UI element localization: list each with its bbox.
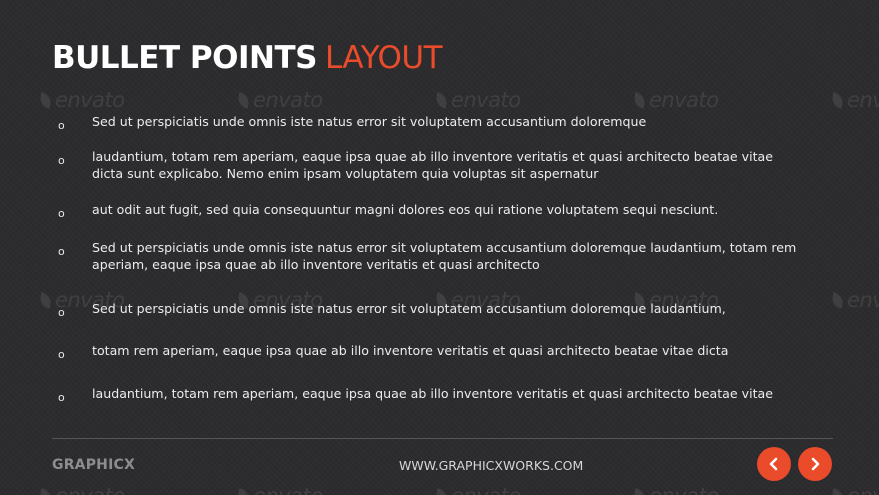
envato-watermark: envato [830,88,879,112]
website-link[interactable]: WWW.GRAPHICXWORKS.COM [399,458,583,473]
next-slide-button[interactable] [798,447,832,481]
bullet-marker: o [58,391,65,404]
bullet-item-1: o Sed ut perspiciatis unde omnis iste na… [58,113,798,135]
envato-watermark: envato [632,88,719,112]
chevron-right-icon [811,457,820,471]
bullet-item-5: o Sed ut perspiciatis unde omnis iste na… [58,300,798,322]
envato-watermark-text: envato [55,88,125,112]
bullet-marker: o [58,207,65,220]
envato-leaf-icon [38,488,53,495]
footer-divider [52,438,833,439]
envato-leaf-icon [38,92,53,109]
envato-watermark-text: envato [55,484,125,495]
envato-watermark-text: envato [451,88,521,112]
envato-watermark: envato [434,484,521,495]
bullet-item-6: o totam rem aperiam, eaque ipsa quae ab … [58,342,798,364]
envato-watermark-text: envato [253,484,323,495]
title-bold-part: BULLET POINTS [52,40,317,76]
bullet-text: laudantium, totam rem aperiam, eaque ips… [92,149,773,181]
envato-watermark-text: envato [253,88,323,112]
bullet-text: laudantium, totam rem aperiam, eaque ips… [92,386,773,401]
envato-leaf-icon [830,488,845,495]
slide-title: BULLET POINTS LAYOUT [52,40,443,76]
bullet-item-4: o Sed ut perspiciatis unde omnis iste na… [58,239,798,273]
envato-watermark-text: envato [847,288,879,312]
bullet-marker: o [58,245,65,258]
prev-slide-button[interactable] [757,447,791,481]
bullet-marker: o [58,306,65,319]
bullet-item-2: o laudantium, totam rem aperiam, eaque i… [58,148,798,182]
bullet-item-3: o aut odit aut fugit, sed quia consequun… [58,201,798,223]
envato-watermark: envato [38,484,125,495]
envato-watermark: envato [236,88,323,112]
envato-watermark: envato [830,288,879,312]
envato-watermark: envato [830,484,879,495]
envato-leaf-icon [632,92,647,109]
bullet-text: Sed ut perspiciatis unde omnis iste natu… [92,301,726,316]
envato-leaf-icon [434,92,449,109]
envato-watermark-text: envato [649,88,719,112]
envato-watermark: envato [236,484,323,495]
chevron-left-icon [769,457,778,471]
bullet-marker: o [58,154,65,167]
envato-leaf-icon [830,292,845,309]
envato-leaf-icon [830,92,845,109]
envato-watermark: envato [632,484,719,495]
bullet-text: totam rem aperiam, eaque ipsa quae ab il… [92,343,729,358]
envato-leaf-icon [236,488,251,495]
title-accent-part: LAYOUT [324,40,443,76]
envato-leaf-icon [38,292,53,309]
bullet-item-7: o laudantium, totam rem aperiam, eaque i… [58,385,798,407]
bullet-marker: o [58,348,65,361]
envato-watermark-text: envato [847,88,879,112]
envato-leaf-icon [236,92,251,109]
envato-watermark-text: envato [847,484,879,495]
envato-watermark-text: envato [649,484,719,495]
envato-watermark: envato [38,88,125,112]
bullet-marker: o [58,119,65,132]
envato-watermark: envato [434,88,521,112]
envato-leaf-icon [434,488,449,495]
brand-logo: GRAPHICX [52,457,135,473]
bullet-text: Sed ut perspiciatis unde omnis iste natu… [92,114,647,129]
bullet-text: aut odit aut fugit, sed quia consequuntu… [92,202,719,217]
envato-watermark-text: envato [451,484,521,495]
bullet-text: Sed ut perspiciatis unde omnis iste natu… [92,240,797,272]
envato-leaf-icon [632,488,647,495]
slide: envato envato envato envato envato envato enva… [0,0,879,495]
